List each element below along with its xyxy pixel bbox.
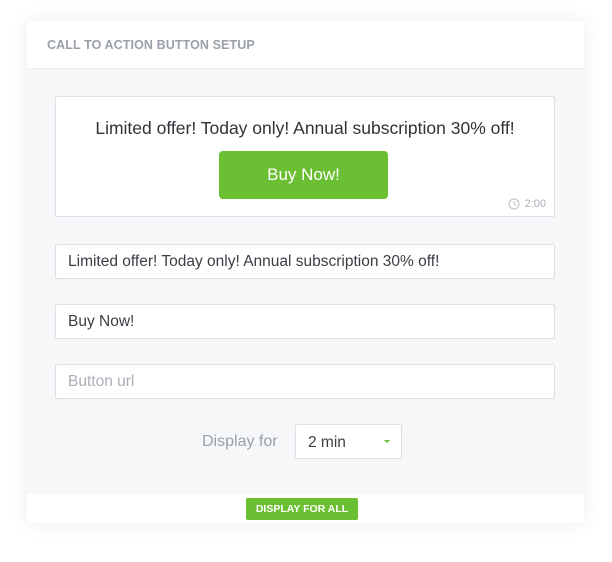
display-duration-value: 2 min: [308, 434, 346, 451]
buy-now-button[interactable]: Buy Now!: [219, 151, 388, 199]
card-header: CALL TO ACTION BUTTON SETUP: [27, 21, 584, 69]
timer-value: 2:00: [524, 198, 546, 210]
display-for-all-button[interactable]: DISPLAY FOR ALL: [246, 498, 358, 520]
preview-message: Limited offer! Today only! Annual subscr…: [95, 118, 515, 138]
message-input[interactable]: [55, 244, 555, 279]
button-text-input[interactable]: [55, 304, 555, 339]
cta-setup-card: CALL TO ACTION BUTTON SETUP Limited offe…: [27, 21, 584, 523]
cta-preview: Limited offer! Today only! Annual subscr…: [55, 96, 555, 217]
card-footer: DISPLAY FOR ALL: [27, 494, 584, 523]
card-title: CALL TO ACTION BUTTON SETUP: [47, 38, 255, 52]
button-url-input[interactable]: [55, 364, 555, 399]
display-for-label: Display for: [202, 433, 278, 450]
preview-timer: 2:00: [508, 198, 546, 210]
clock-icon: [508, 198, 520, 210]
display-duration-select[interactable]: 2 min: [295, 424, 402, 459]
caret-down-icon: [384, 440, 390, 443]
